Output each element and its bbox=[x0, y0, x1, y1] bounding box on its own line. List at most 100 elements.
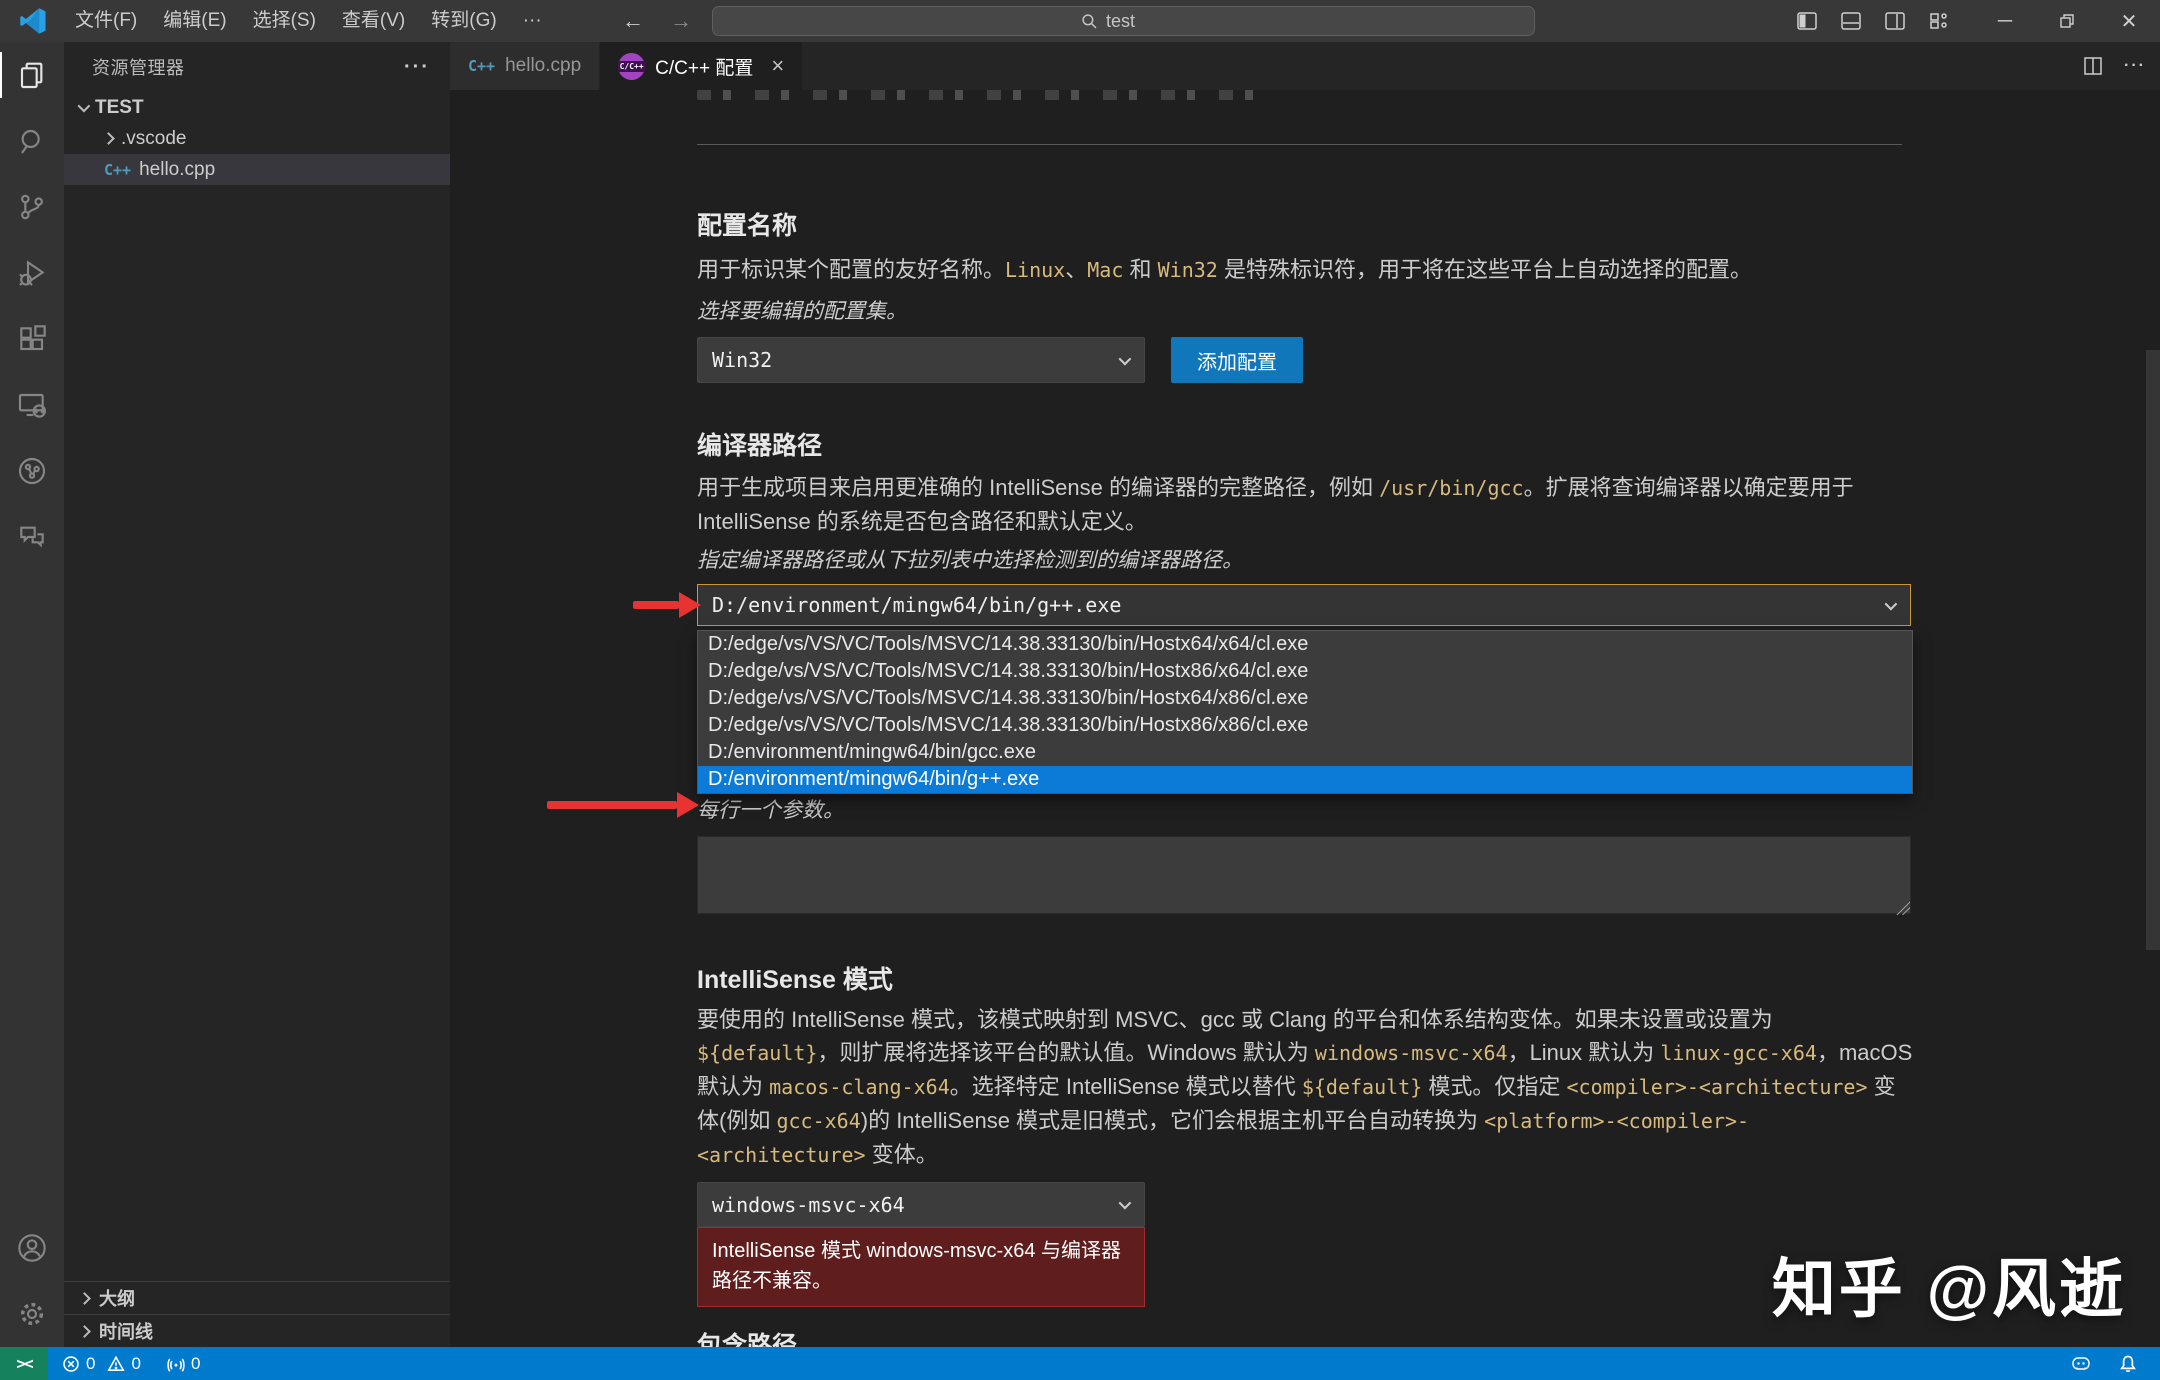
error-icon bbox=[62, 1355, 80, 1373]
menu-file[interactable]: 文件(F) bbox=[62, 0, 150, 42]
tree-folder-test[interactable]: TEST bbox=[64, 92, 450, 123]
configuration-select[interactable]: Win32 bbox=[697, 337, 1145, 383]
split-editor-icon[interactable] bbox=[2082, 55, 2104, 77]
compiler-path-option[interactable]: D:/edge/vs/VS/VC/Tools/MSVC/14.38.33130/… bbox=[698, 712, 1912, 739]
panel-label: 时间线 bbox=[99, 1318, 153, 1344]
cpp-file-icon: C++ bbox=[468, 57, 495, 75]
menu-selection[interactable]: 选择(S) bbox=[240, 0, 329, 42]
add-configuration-button[interactable]: 添加配置 bbox=[1171, 337, 1303, 383]
tab-hello-cpp[interactable]: C++ hello.cpp bbox=[450, 42, 600, 90]
bell-icon[interactable] bbox=[2118, 1354, 2138, 1374]
activitybar-account[interactable] bbox=[0, 1215, 64, 1281]
activitybar-search[interactable] bbox=[0, 108, 64, 174]
close-tab-icon[interactable]: × bbox=[771, 53, 784, 79]
include-path-heading: 包含路径 bbox=[697, 1331, 1913, 1347]
activitybar-explorer[interactable] bbox=[0, 42, 64, 108]
resize-grip-icon[interactable] bbox=[1896, 901, 1910, 915]
minimize-button[interactable]: ─ bbox=[1974, 0, 2036, 42]
command-center-search[interactable] bbox=[712, 6, 1535, 36]
restore-icon bbox=[2058, 12, 2076, 30]
tab-label: C/C++ 配置 bbox=[655, 53, 753, 80]
folder-label: .vscode bbox=[121, 128, 186, 150]
activitybar-remote-explorer[interactable] bbox=[0, 372, 64, 438]
forward-arrow-icon[interactable]: → bbox=[670, 8, 692, 34]
intellisense-mode-heading: IntelliSense 模式 bbox=[697, 965, 1913, 995]
compiler-path-option[interactable]: D:/edge/vs/VS/VC/Tools/MSVC/14.38.33130/… bbox=[698, 658, 1912, 685]
chevron-down-icon bbox=[1119, 352, 1132, 365]
chevron-down-icon bbox=[1119, 1197, 1132, 1210]
back-arrow-icon[interactable]: ← bbox=[622, 8, 644, 34]
search-icon bbox=[16, 125, 48, 157]
settings-page: 配置名称 用于标识某个配置的友好名称。Linux、Mac 和 Win32 是特殊… bbox=[450, 90, 2160, 1347]
sidebar-title: 资源管理器 bbox=[92, 54, 404, 80]
ports-indicator[interactable]: 0 bbox=[167, 1354, 200, 1374]
files-icon bbox=[16, 59, 48, 91]
copilot-icon[interactable] bbox=[2070, 1354, 2092, 1374]
activitybar-run-debug[interactable] bbox=[0, 240, 64, 306]
explorer-sidebar: 资源管理器 ··· TEST .vscode C++ hello.cpp 大纲 bbox=[64, 42, 450, 1347]
vscode-window: 文件(F) 编辑(E) 选择(S) 查看(V) 转到(G) ··· ← → bbox=[0, 0, 2160, 1380]
file-label: hello.cpp bbox=[139, 159, 215, 181]
compiler-path-option[interactable]: D:/environment/mingw64/bin/g++.exe bbox=[698, 766, 1912, 793]
activitybar-source-control[interactable] bbox=[0, 174, 64, 240]
outline-panel-header[interactable]: 大纲 bbox=[64, 1281, 450, 1314]
sidebar-more-actions[interactable]: ··· bbox=[404, 56, 430, 79]
config-select-hint: 选择要编辑的配置集。 bbox=[697, 297, 1913, 327]
tree-folder-vscode[interactable]: .vscode bbox=[64, 123, 450, 154]
compiler-path-heading: 编译器路径 bbox=[697, 431, 1913, 461]
ports-count: 0 bbox=[191, 1354, 200, 1374]
activitybar-extensions[interactable] bbox=[0, 306, 64, 372]
tab-cpp-config[interactable]: C/C++ C/C++ 配置 × bbox=[600, 42, 802, 90]
error-count: 0 bbox=[86, 1354, 95, 1374]
problems-indicator[interactable]: 0 0 bbox=[62, 1354, 141, 1374]
annotation-arrow bbox=[633, 592, 701, 618]
intellisense-mode-select[interactable]: windows-msvc-x64 bbox=[697, 1182, 1145, 1227]
title-bar: 文件(F) 编辑(E) 选择(S) 查看(V) 转到(G) ··· ← → bbox=[0, 0, 2160, 42]
menu-go[interactable]: 转到(G) bbox=[418, 0, 509, 42]
menu-view[interactable]: 查看(V) bbox=[329, 0, 418, 42]
chevron-down-icon bbox=[78, 100, 91, 113]
timeline-panel-header[interactable]: 时间线 bbox=[64, 1314, 450, 1347]
activity-bar bbox=[0, 42, 64, 1347]
warning-icon bbox=[107, 1355, 125, 1373]
compiler-path-option[interactable]: D:/environment/mingw64/bin/gcc.exe bbox=[698, 739, 1912, 766]
search-icon bbox=[1081, 13, 1098, 30]
compiler-path-combobox[interactable]: D:/environment/mingw64/bin/g++.exe bbox=[697, 584, 1911, 626]
editor-more-actions[interactable]: ··· bbox=[2124, 57, 2146, 75]
restore-button[interactable] bbox=[2036, 0, 2098, 42]
editor-group: C++ hello.cpp C/C++ C/C++ 配置 × ··· bbox=[450, 42, 2160, 1347]
compiler-args-hint: 每行一个参数。 bbox=[697, 796, 1913, 826]
comments-icon bbox=[16, 521, 48, 553]
configuration-select-value: Win32 bbox=[712, 348, 772, 372]
gear-icon bbox=[16, 1298, 48, 1330]
search-input[interactable] bbox=[1106, 11, 1166, 32]
activitybar-settings[interactable] bbox=[0, 1281, 64, 1347]
compiler-path-option[interactable]: D:/edge/vs/VS/VC/Tools/MSVC/14.38.33130/… bbox=[698, 631, 1912, 658]
compiler-path-option[interactable]: D:/edge/vs/VS/VC/Tools/MSVC/14.38.33130/… bbox=[698, 685, 1912, 712]
close-window-button[interactable]: ✕ bbox=[2098, 0, 2160, 42]
toggle-panel-icon[interactable] bbox=[1840, 10, 1862, 32]
activitybar-comments[interactable] bbox=[0, 504, 64, 570]
compiler-path-hint: 指定编译器路径或从下拉列表中选择检测到的编译器路径。 bbox=[697, 546, 1913, 576]
folder-label: TEST bbox=[95, 97, 144, 119]
chevron-right-icon bbox=[78, 1325, 91, 1338]
chevron-right-icon bbox=[78, 1292, 91, 1305]
tree-file-hello-cpp[interactable]: C++ hello.cpp bbox=[64, 154, 450, 185]
chevron-down-icon bbox=[1885, 597, 1898, 610]
compiler-args-textarea[interactable] bbox=[697, 836, 1911, 914]
broadcast-icon bbox=[167, 1355, 185, 1373]
editor-scrollbar[interactable] bbox=[2146, 350, 2160, 950]
intellisense-mode-value: windows-msvc-x64 bbox=[712, 1193, 905, 1217]
scrolled-text-fragment bbox=[697, 90, 1257, 100]
toggle-secondary-sidebar-icon[interactable] bbox=[1884, 10, 1906, 32]
config-name-description: 用于标识某个配置的友好名称。Linux、Mac 和 Win32 是特殊标识符，用… bbox=[697, 253, 1913, 287]
activitybar-extension-circle[interactable] bbox=[0, 438, 64, 504]
remote-indicator[interactable]: >< bbox=[0, 1347, 48, 1380]
menu-overflow[interactable]: ··· bbox=[510, 0, 555, 42]
customize-layout-icon[interactable] bbox=[1928, 10, 1950, 32]
toggle-sidebar-icon[interactable] bbox=[1796, 10, 1818, 32]
vscode-logo-icon bbox=[18, 6, 48, 36]
compiler-path-description: 用于生成项目来启用更准确的 IntelliSense 的编译器的完整路径，例如 … bbox=[697, 471, 1913, 538]
menu-edit[interactable]: 编辑(E) bbox=[150, 0, 239, 42]
tab-label: hello.cpp bbox=[505, 55, 581, 77]
